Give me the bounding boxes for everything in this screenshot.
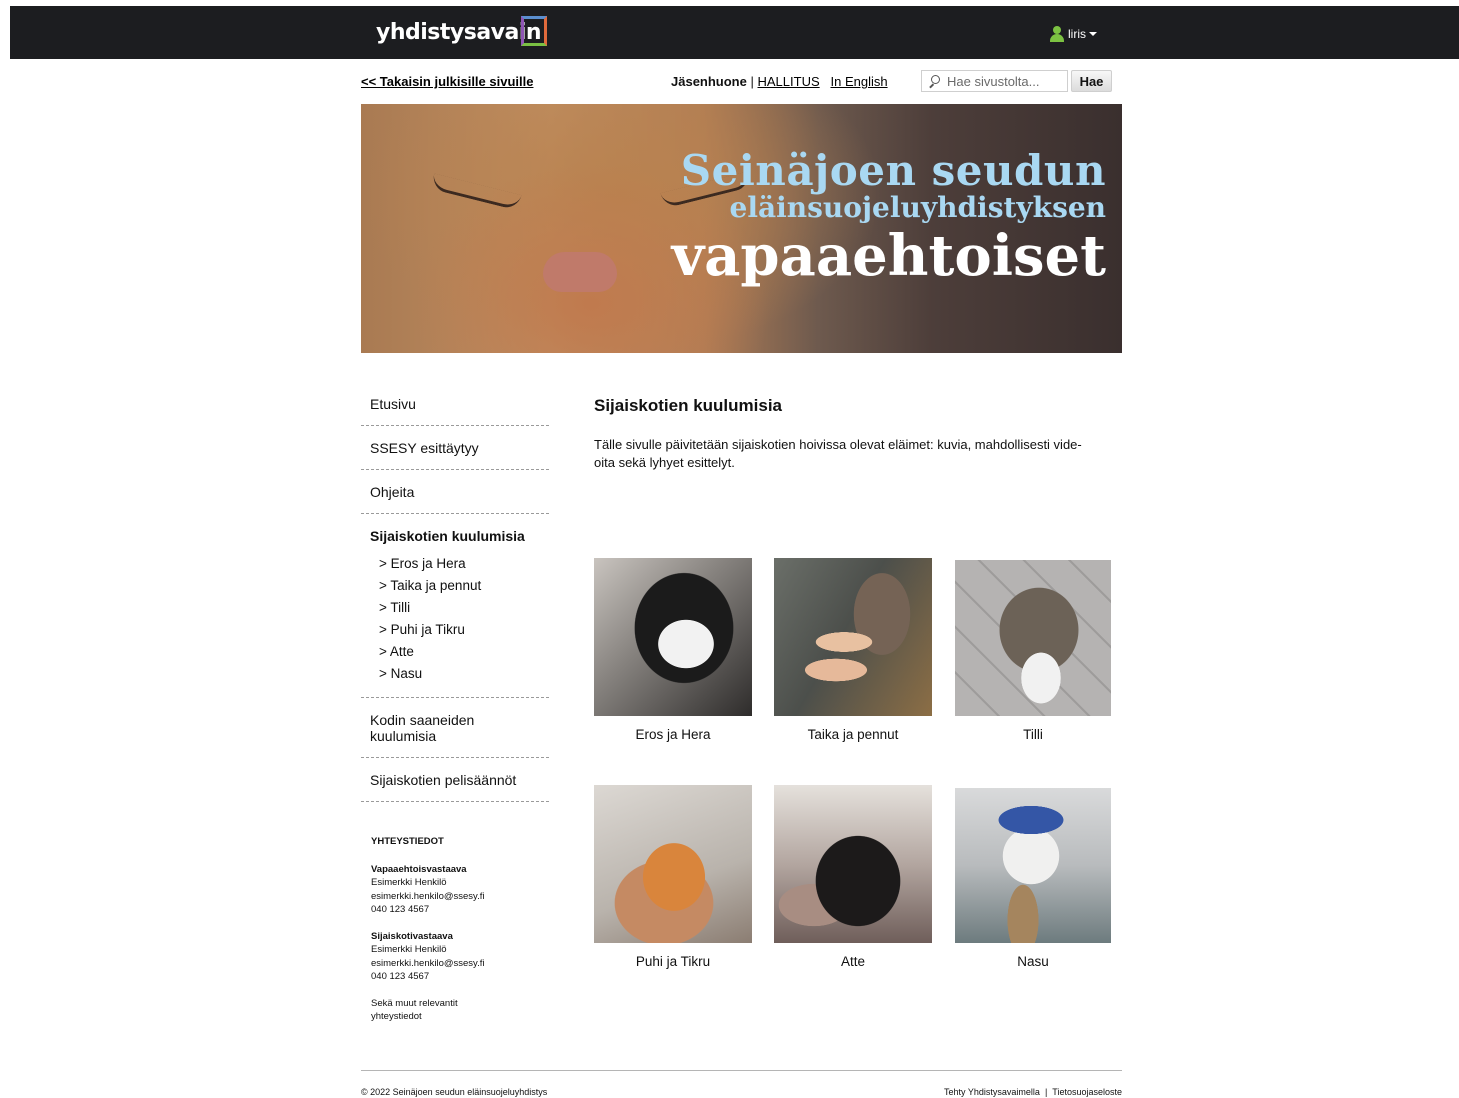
gallery-caption[interactable]: Tilli <box>955 727 1111 742</box>
sidebar-subitem-taika-ja-pennut[interactable]: > Taika ja pennut <box>379 575 549 597</box>
footer-copyright: © 2022 Seinäjoen seudun eläinsuojeluyhdi… <box>361 1087 548 1097</box>
member-links: Jäsenhuone | HALLITUS In English <box>671 74 888 89</box>
user-menu[interactable]: liris <box>1050 26 1097 42</box>
cat-nose <box>543 252 617 292</box>
logo-frame-icon <box>521 16 548 46</box>
member-room-label: Jäsenhuone <box>671 74 747 89</box>
back-to-public-link[interactable]: << Takaisin julkisille sivuille <box>361 74 533 89</box>
sidebar-item-etusivu[interactable]: Etusivu <box>361 382 549 426</box>
sidebar-subitem-puhi-ja-tikru[interactable]: > Puhi ja Tikru <box>379 619 549 641</box>
foster-email[interactable]: esimerkki.henkilo@ssesy.fi <box>371 957 531 971</box>
gallery-card-atte[interactable]: Atte <box>774 785 932 969</box>
cat-eye-left <box>430 173 522 211</box>
search-icon <box>928 75 940 87</box>
search-button[interactable]: Hae <box>1071 70 1112 92</box>
foster-role: Sijaiskotivastaava <box>371 930 453 942</box>
sidebar-subitem-tilli[interactable]: > Tilli <box>379 597 549 619</box>
banner-line-1: Seinäjoen seudun <box>680 146 1106 195</box>
sidebar-item-pelisaannot[interactable]: Sijaiskotien pelisäännöt <box>361 758 549 802</box>
intro-line-1: Tälle sivulle päivitetään sijaiskotien h… <box>594 437 1082 452</box>
volunteer-name: Esimerkki Henkilö <box>371 877 447 888</box>
gallery-card-tilli[interactable]: Tilli <box>955 560 1111 742</box>
cat-photo[interactable] <box>955 788 1111 943</box>
contact-spacer <box>371 984 531 997</box>
logo-text: yhdistysavain <box>376 19 542 45</box>
foster-name: Esimerkki Henkilö <box>371 944 447 955</box>
footer-divider <box>361 1070 1122 1071</box>
gallery-caption[interactable]: Taika ja pennut <box>774 727 932 742</box>
contact-info: YHTEYSTIEDOT Vapaaehtoisvastaava Esimerk… <box>371 835 531 1024</box>
chevron-down-icon <box>1089 32 1097 36</box>
sidebar-subitem-eros-ja-hera[interactable]: > Eros ja Hera <box>379 553 549 575</box>
sidebar-subitem-atte[interactable]: > Atte <box>379 641 549 663</box>
contact-heading: YHTEYSTIEDOT <box>371 836 444 847</box>
search-placeholder: Hae sivustolta... <box>947 73 1040 89</box>
sidebar-item-kodin-saaneiden[interactable]: Kodin saaneiden kuulumisia <box>361 698 549 758</box>
main-content: Sijaiskotien kuulumisia Tälle sivulle pä… <box>594 396 1114 472</box>
other-contacts-line-1: Sekä muut relevantit <box>371 997 458 1009</box>
sidebar-item-ssesy[interactable]: SSESY esittäytyy <box>361 426 549 470</box>
site-logo[interactable]: yhdistysavain <box>376 12 548 52</box>
user-name: liris <box>1068 27 1086 41</box>
sidebar-item-ohjeita[interactable]: Ohjeita <box>361 470 549 514</box>
gallery-caption[interactable]: Puhi ja Tikru <box>594 954 752 969</box>
foster-phone: 040 123 4567 <box>371 971 430 982</box>
top-bar: yhdistysavain liris <box>10 6 1459 59</box>
other-contacts-line-2: yhteystiedot <box>371 1011 422 1022</box>
gallery-card-eros-ja-hera[interactable]: Eros ja Hera <box>594 558 752 742</box>
banner-title: Seinäjoen seudun eläinsuojeluyhdistyksen… <box>671 146 1106 289</box>
gallery-caption[interactable]: Atte <box>774 954 932 969</box>
footer-separator: | <box>1044 1087 1048 1097</box>
gallery-card-nasu[interactable]: Nasu <box>955 788 1111 969</box>
volunteer-email[interactable]: esimerkki.henkilo@ssesy.fi <box>371 890 531 904</box>
sidebar-subitem-nasu[interactable]: > Nasu <box>379 663 549 685</box>
cat-photo[interactable] <box>594 785 752 943</box>
sub-navigation: << Takaisin julkisille sivuille Jäsenhuo… <box>361 70 1122 94</box>
search-input[interactable]: Hae sivustolta... <box>921 70 1068 92</box>
privacy-link[interactable]: Tietosuojaseloste <box>1052 1087 1122 1097</box>
contact-spacer <box>371 917 531 930</box>
cat-photo[interactable] <box>774 558 932 716</box>
page-title: Sijaiskotien kuulumisia <box>594 396 783 415</box>
made-with-link[interactable]: Tehty Yhdistysavaimella <box>944 1087 1040 1097</box>
intro-line-2: oita sekä lyhyet esittelyt. <box>594 455 735 470</box>
gallery-caption[interactable]: Eros ja Hera <box>594 727 752 742</box>
user-icon <box>1050 26 1064 42</box>
board-link[interactable]: HALLITUS <box>758 74 820 89</box>
cat-photo[interactable] <box>955 560 1111 716</box>
cat-photo[interactable] <box>774 785 932 943</box>
intro-text: Tälle sivulle päivitetään sijaiskotien h… <box>594 436 1106 472</box>
cat-photo[interactable] <box>594 558 752 716</box>
sidebar-item-sijaiskotien-kuulumisia[interactable]: Sijaiskotien kuulumisia <box>361 514 549 549</box>
link-separator: | <box>750 74 754 89</box>
gallery-card-puhi-ja-tikru[interactable]: Puhi ja Tikru <box>594 785 752 969</box>
sidebar-submenu: > Eros ja Hera > Taika ja pennut > Tilli… <box>361 549 549 698</box>
sidebar-menu: Etusivu SSESY esittäytyy Ohjeita Sijaisk… <box>361 382 549 802</box>
volunteer-phone: 040 123 4567 <box>371 904 430 915</box>
english-link[interactable]: In English <box>830 74 887 89</box>
footer-links: Tehty Yhdistysavaimella | Tietosuojaselost… <box>944 1087 1122 1097</box>
volunteer-role: Vapaaehtoisvastaava <box>371 863 467 875</box>
banner-line-3: vapaaehtoiset <box>671 223 1106 289</box>
header-banner: Seinäjoen seudun eläinsuojeluyhdistyksen… <box>361 104 1122 353</box>
gallery-card-taika-ja-pennut[interactable]: Taika ja pennut <box>774 558 932 742</box>
banner-line-2: eläinsuojeluyhdistyksen <box>729 191 1106 224</box>
gallery-caption[interactable]: Nasu <box>955 954 1111 969</box>
